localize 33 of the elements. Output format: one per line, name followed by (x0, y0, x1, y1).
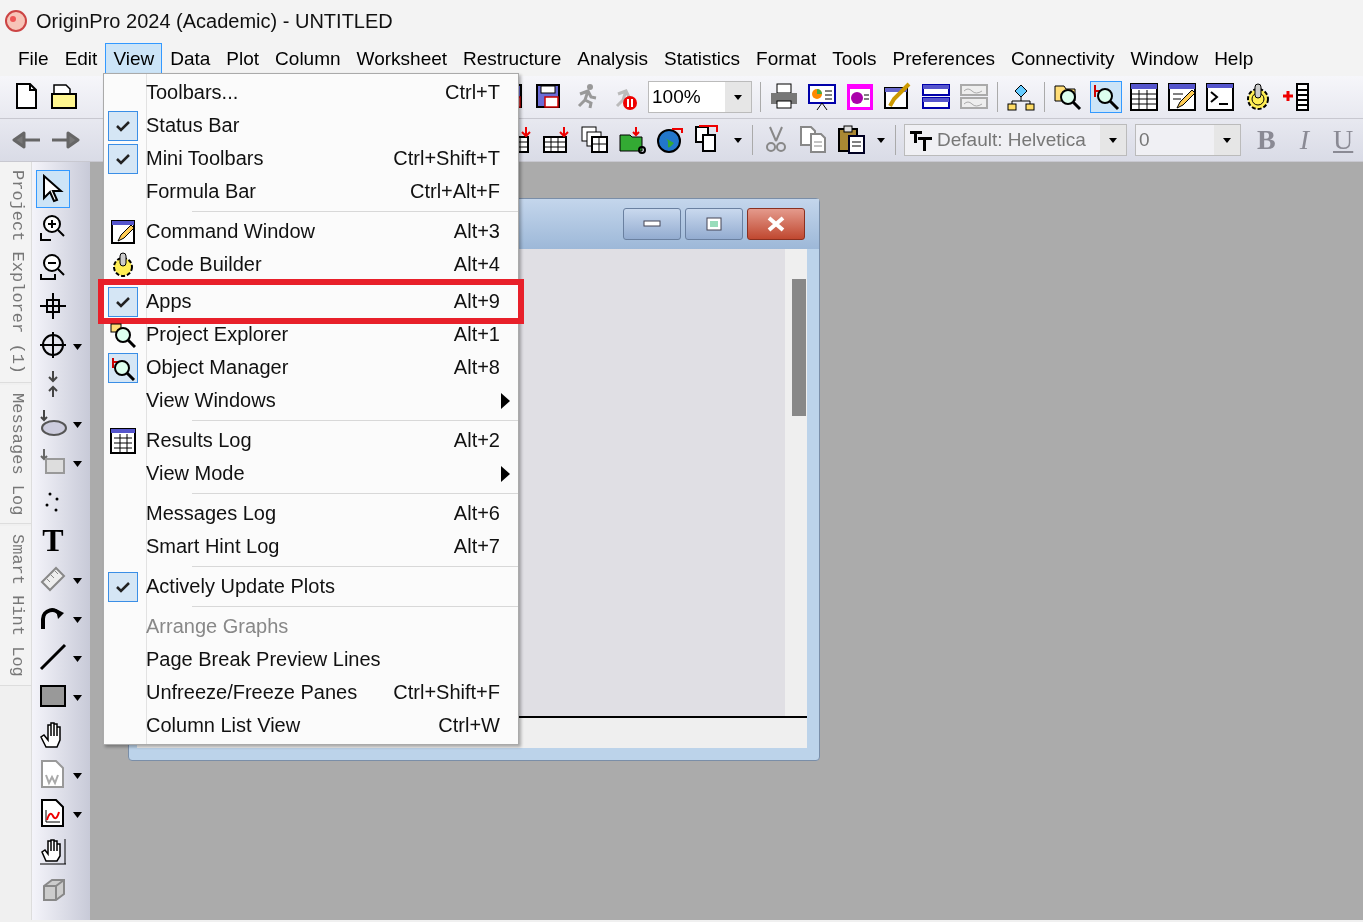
shortcut-label: Ctrl+T (445, 81, 500, 104)
menu-item-label: Object Manager (146, 356, 289, 379)
menu-item-label: Page Break Preview Lines (146, 648, 381, 671)
menu-item-label: Project Explorer (146, 323, 289, 346)
shortcut-label: Alt+7 (453, 535, 500, 558)
menu-item-label: Arrange Graphs (146, 615, 289, 638)
menu-item-label: Column List View (146, 714, 301, 737)
menu-item-label: Toolbars... (146, 81, 239, 104)
shortcut-label: Alt+2 (453, 429, 500, 452)
menu-item-label: Command Window (146, 220, 315, 243)
shortcut-label: Ctrl+W (438, 714, 500, 737)
menu-item-label: Formula Bar (146, 180, 257, 203)
shortcut-label: Alt+8 (453, 356, 500, 379)
shortcut-label: Ctrl+Shift+T (393, 147, 500, 170)
menu-item-label: Apps (146, 290, 192, 313)
menu-item-label: Status Bar (146, 114, 240, 137)
shortcut-label: Ctrl+Alt+F (409, 180, 500, 203)
menu-item-label: Unfreeze/Freeze Panes (146, 681, 358, 704)
menu-item-label: Messages Log (146, 502, 277, 525)
menu-item-label: Smart Hint Log (146, 535, 280, 558)
menu-item-label: Code Builder (146, 253, 262, 276)
menu-item-label: View Mode (146, 462, 245, 485)
menu-item-label: View Windows (146, 389, 276, 412)
shortcut-label: Alt+6 (453, 502, 500, 525)
menu-item-label: Actively Update Plots (146, 575, 335, 598)
window-title: OriginPro 2024 (Academic) - UNTITLED (36, 9, 393, 33)
shortcut-label: Alt+1 (453, 323, 500, 346)
shortcut-label: Alt+9 (453, 290, 500, 313)
menu-item-label: Mini Toolbars (146, 147, 264, 170)
shortcut-label: Ctrl+Shift+F (393, 681, 500, 704)
shortcut-label: Alt+4 (453, 253, 500, 276)
menu-item-label: Results Log (146, 429, 252, 452)
shortcut-label: Alt+3 (453, 220, 500, 243)
